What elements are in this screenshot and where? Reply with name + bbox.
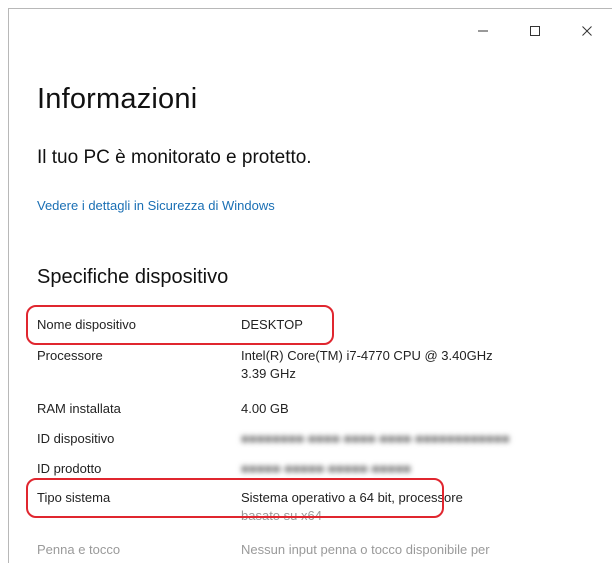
processor-value-line1: Intel(R) Core(TM) i7-4770 CPU @ 3.40GHz bbox=[241, 348, 493, 363]
ram-value: 4.00 GB bbox=[241, 401, 289, 416]
processor-label: Processore bbox=[37, 348, 103, 363]
maximize-icon bbox=[530, 26, 540, 36]
processor-value-line2: 3.39 GHz bbox=[241, 366, 296, 381]
product-id-value: ■■■■■-■■■■■-■■■■■-■■■■■ bbox=[241, 461, 412, 476]
about-window: Informazioni Il tuo PC è monitorato e pr… bbox=[8, 8, 612, 563]
maximize-button[interactable] bbox=[509, 9, 561, 53]
product-id-label: ID prodotto bbox=[37, 461, 102, 476]
page-title: Informazioni bbox=[37, 83, 198, 115]
ram-label: RAM installata bbox=[37, 401, 121, 416]
device-id-label: ID dispositivo bbox=[37, 431, 115, 446]
protection-status-text: Il tuo PC è monitorato e protetto. bbox=[37, 147, 312, 168]
windows-security-link[interactable]: Vedere i dettagli in Sicurezza di Window… bbox=[37, 198, 275, 213]
minimize-icon bbox=[478, 30, 488, 32]
system-type-highlight bbox=[26, 478, 444, 518]
close-button[interactable] bbox=[561, 9, 612, 53]
device-id-value: ■■■■■■■■-■■■■-■■■■-■■■■-■■■■■■■■■■■■ bbox=[241, 431, 510, 446]
title-bar bbox=[457, 9, 612, 53]
device-name-highlight bbox=[26, 305, 334, 345]
pen-touch-value: Nessun input penna o tocco disponibile p… bbox=[241, 542, 490, 557]
close-icon bbox=[582, 26, 592, 36]
minimize-button[interactable] bbox=[457, 9, 509, 53]
device-specs-heading: Specifiche dispositivo bbox=[37, 266, 229, 288]
pen-touch-label: Penna e tocco bbox=[37, 542, 121, 557]
processor-value: Intel(R) Core(TM) i7-4770 CPU @ 3.40GHz … bbox=[241, 347, 581, 383]
